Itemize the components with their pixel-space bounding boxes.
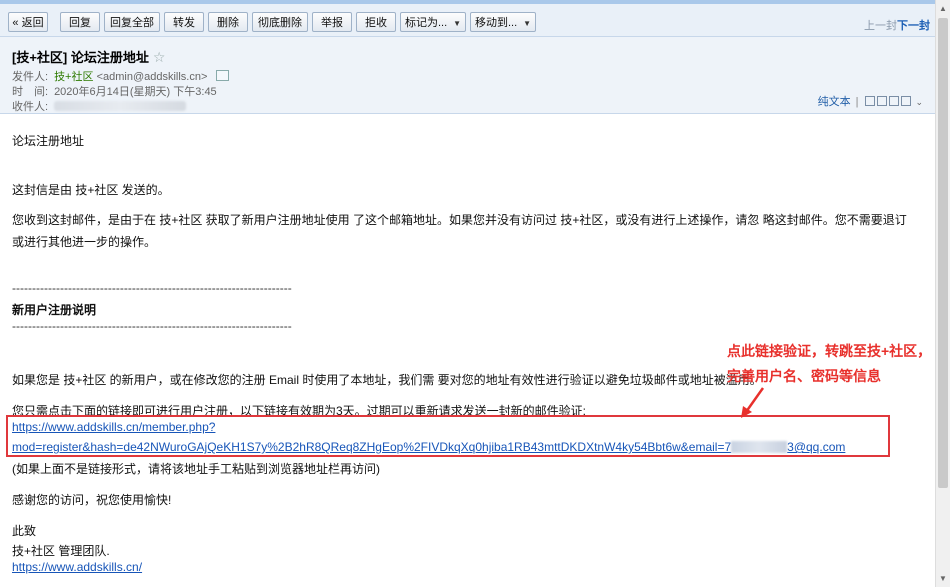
annotation-arrow — [741, 387, 765, 418]
divider-bottom: ----------------------------------------… — [12, 319, 292, 333]
explanation-paragraph: 如果您是 技+社区 的新用户，或在修改您的注册 Email 时使用了本地址，我们… — [12, 373, 762, 387]
reply-button[interactable]: 回复 — [60, 12, 100, 32]
new-window-icon[interactable] — [877, 96, 888, 106]
site-link[interactable]: https://www.addskills.cn/ — [12, 560, 142, 574]
verification-link-cont[interactable]: mod=register&hash=de42NWuroGAjQeKH1S7y%2… — [12, 440, 731, 454]
annotation-line2: 完善用户名、密码等信息 — [727, 368, 881, 384]
delete-button[interactable]: 删除 — [208, 12, 248, 32]
scroll-up-icon[interactable]: ▲ — [939, 4, 947, 13]
forward-button[interactable]: 转发 — [164, 12, 204, 32]
contact-card-icon[interactable] — [216, 70, 230, 81]
verification-link-line2: mod=register&hash=de42NWuroGAjQeKH1S7y%2… — [12, 440, 845, 454]
verification-link[interactable]: https://www.addskills.cn/member.php? — [12, 420, 215, 434]
move-to-label: 移动到... — [474, 17, 518, 29]
closing-line: 此致 — [12, 524, 37, 538]
sender-email[interactable]: <admin@addskills.cn> — [97, 71, 208, 83]
vertical-scrollbar[interactable]: ▲ ▼ — [935, 0, 950, 587]
mail-header: [技+社区] 论坛注册地址 ☆ 发件人: 技+社区 <admin@addskill… — [0, 37, 935, 114]
back-button[interactable]: « 返回 — [8, 12, 48, 32]
mail-body: 论坛注册地址 这封信是由 技+社区 发送的。 您收到这封邮件，是由于在 技+社区… — [0, 114, 935, 587]
chevron-down-icon: ▼ — [453, 19, 462, 28]
delete-permanent-button[interactable]: 彻底删除 — [252, 12, 308, 32]
mark-as-dropdown[interactable]: 标记为... ▼ — [400, 12, 466, 32]
time-row: 时 间: 2020年6月14日(星期天) 下午3:45 — [12, 83, 217, 99]
email-redacted — [731, 441, 788, 453]
sender-label: 发件人: — [12, 71, 49, 83]
prev-mail-link[interactable]: 上一封 — [864, 17, 897, 33]
mail-subject: [技+社区] 论坛注册地址 ☆ — [12, 47, 165, 66]
time-value: 2020年6月14日(星期天) 下午3:45 — [54, 86, 217, 98]
report-button[interactable]: 举报 — [312, 12, 352, 32]
recipient-row: 收件人: — [12, 98, 187, 114]
star-icon[interactable]: ☆ — [153, 49, 166, 65]
window-icon[interactable] — [865, 96, 876, 106]
reply-all-button[interactable]: 回复全部 — [104, 12, 160, 32]
sent-by-line: 这封信是由 技+社区 发送的。 — [12, 183, 170, 197]
mark-as-label: 标记为... — [404, 17, 448, 29]
body-title-line: 论坛注册地址 — [12, 134, 85, 148]
section-title: 新用户注册说明 — [12, 303, 97, 317]
document-icon[interactable] — [889, 96, 900, 106]
annotation-line1: 点此链接验证，转跳至技+社区， — [727, 343, 932, 359]
intro-paragraph: 您收到这封邮件，是由于在 技+社区 获取了新用户注册地址使用 了这个邮箱地址。如… — [12, 213, 907, 249]
scrollbar-thumb[interactable] — [938, 18, 948, 488]
recipient-redacted — [54, 101, 187, 111]
plain-text-link[interactable]: 纯文本 — [818, 96, 851, 108]
team-signature: 技+社区 管理团队. — [12, 544, 110, 558]
time-label: 时 间: — [12, 86, 49, 98]
next-mail-link[interactable]: 下一封 — [897, 17, 930, 33]
move-to-dropdown[interactable]: 移动到... ▼ — [470, 12, 536, 32]
fallback-note: (如果上面不是链接形式，请将该地址手工粘贴到浏览器地址栏再访问) — [12, 462, 380, 476]
sender-name[interactable]: 技+社区 — [54, 71, 93, 83]
verification-link-end[interactable]: 3@qq.com — [787, 440, 845, 454]
print-icon[interactable] — [901, 96, 912, 106]
thanks-line: 感谢您的访问，祝您使用愉快! — [12, 493, 172, 507]
chevron-down-icon: ▼ — [523, 19, 532, 28]
recipient-label: 收件人: — [12, 101, 49, 113]
verification-link-line1: https://www.addskills.cn/member.php? — [12, 420, 215, 434]
mail-toolbar: « 返回 回复 回复全部 转发 删除 彻底删除 举报 拒收 标记为... ▼ 移动… — [0, 4, 935, 37]
collapse-icon[interactable]: ⌄ — [915, 97, 923, 107]
subject-text: [技+社区] 论坛注册地址 — [12, 50, 149, 65]
scroll-down-icon[interactable]: ▼ — [939, 574, 947, 583]
site-link-line: https://www.addskills.cn/ — [12, 560, 142, 574]
reject-button[interactable]: 拒收 — [356, 12, 396, 32]
sender-row: 发件人: 技+社区 <admin@addskills.cn> — [12, 68, 230, 84]
divider-top: ----------------------------------------… — [12, 281, 292, 295]
separator: | — [855, 96, 859, 108]
header-actions: 纯文本 | ⌄ — [818, 93, 923, 109]
